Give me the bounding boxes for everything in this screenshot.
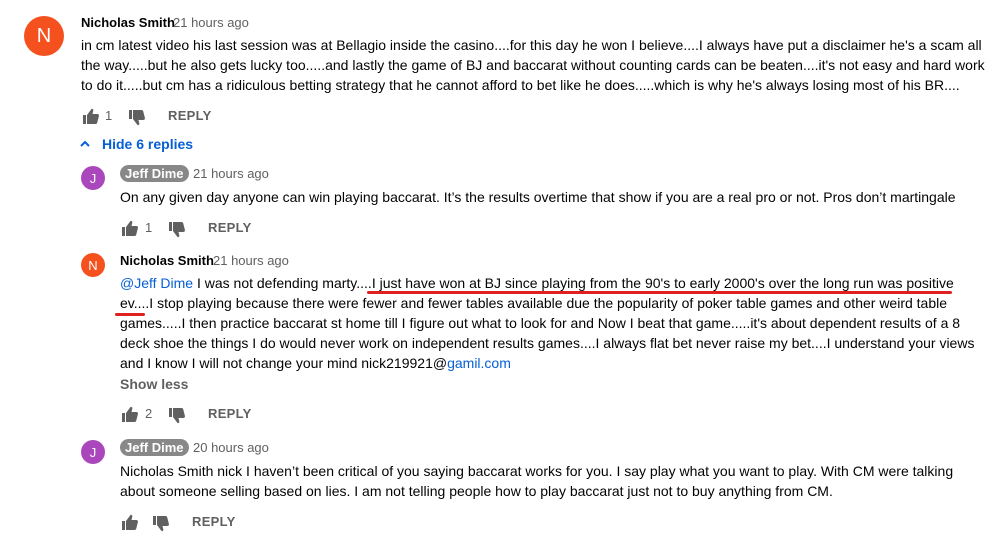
annotation-underline [115, 313, 145, 316]
reply-text-line: deck shoe the things I do would never wo… [120, 335, 975, 351]
reply-author[interactable]: Nicholas Smith [120, 253, 214, 268]
reply-timestamp[interactable]: 20 hours ago [193, 440, 269, 455]
comment-timestamp[interactable]: 21 hours ago [173, 15, 249, 30]
reply-button[interactable]: REPLY [208, 406, 252, 421]
like-icon[interactable] [121, 405, 139, 423]
reply-text-line: @Jeff Dime I was not defending marty....… [120, 273, 954, 293]
dislike-icon[interactable] [152, 515, 170, 533]
reply-text-line: games.....I then practice baccarat st ho… [120, 315, 961, 331]
hide-replies-label: Hide 6 replies [102, 136, 194, 152]
reply-text-line: On any given day anyone can win playing … [120, 189, 956, 205]
reply-text-line: ev....I stop playing because there were … [120, 295, 948, 311]
avatar[interactable]: J [81, 440, 105, 464]
avatar[interactable]: J [81, 166, 105, 190]
like-icon[interactable] [82, 107, 100, 125]
dislike-icon[interactable] [128, 109, 146, 127]
avatar[interactable]: N [81, 253, 105, 277]
reply-author-chip[interactable]: Jeff Dime [120, 439, 189, 456]
avatar[interactable]: N [24, 16, 64, 56]
comment-text-line: to do it.....but cm has a ridiculous bet… [81, 77, 960, 93]
annotation-underline [367, 291, 952, 294]
reply-author-chip[interactable]: Jeff Dime [120, 165, 189, 182]
like-icon[interactable] [121, 513, 139, 531]
reply-text-line: about someone selling based on lies. I a… [120, 483, 833, 499]
like-count: 1 [105, 108, 113, 123]
reply-button[interactable]: REPLY [192, 514, 236, 529]
reply-text-segment: I was not defending marty....I just have… [193, 275, 954, 291]
reply-text-line: and I know I will not change your mind n… [120, 353, 511, 373]
reply-timestamp[interactable]: 21 hours ago [213, 253, 289, 268]
dislike-icon[interactable] [168, 407, 186, 425]
hide-replies-button[interactable]: Hide 6 replies [80, 134, 193, 154]
dislike-icon[interactable] [168, 221, 186, 239]
reply-timestamp[interactable]: 21 hours ago [193, 166, 269, 181]
chevron-up-icon [80, 140, 90, 147]
reply-button[interactable]: REPLY [168, 108, 212, 123]
mention-link[interactable]: @Jeff Dime [120, 275, 193, 291]
reply-button[interactable]: REPLY [208, 220, 252, 235]
comment-text-line: the way.....but he also gets lucky too..… [81, 57, 985, 73]
reply-text-line: Nicholas Smith nick I haven’t been criti… [120, 463, 954, 479]
comment-author[interactable]: Nicholas Smith [81, 15, 175, 30]
comment-text-line: in cm latest video his last session was … [81, 37, 982, 53]
like-icon[interactable] [121, 219, 139, 237]
like-count: 1 [145, 220, 153, 235]
show-less-button[interactable]: Show less [120, 376, 188, 392]
like-count: 2 [145, 406, 153, 421]
email-link[interactable]: gamil.com [447, 355, 511, 371]
reply-text-segment: and I know I will not change your mind n… [120, 355, 448, 371]
